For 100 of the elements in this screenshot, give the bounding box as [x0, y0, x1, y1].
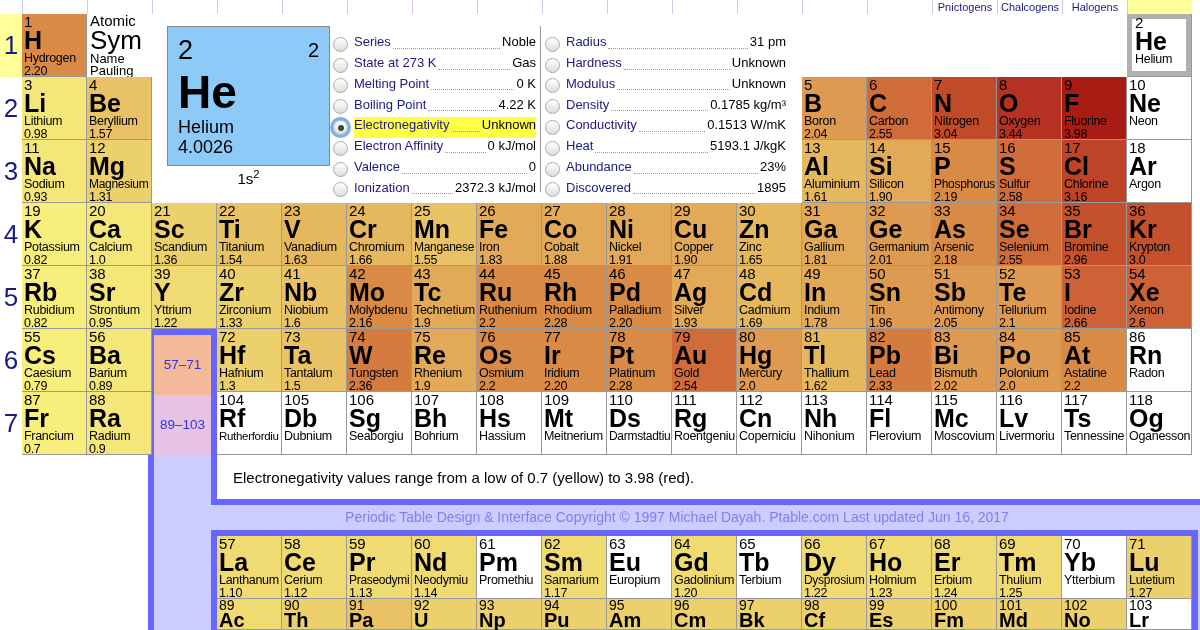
element-cell[interactable]: 114 Fl Flerovium: [867, 392, 932, 455]
property-label[interactable]: Hardness: [566, 53, 622, 73]
element-cell[interactable]: 65 Tb Terbium: [737, 536, 802, 599]
element-cell[interactable]: 96 Cm: [672, 599, 737, 630]
element-cell[interactable]: 35 Br Bromine 2.96: [1062, 203, 1127, 266]
element-cell[interactable]: 10 Ne Neon: [1127, 77, 1192, 140]
element-cell[interactable]: 110 Ds Darmstadtiu: [607, 392, 672, 455]
element-cell[interactable]: 54 Xe Xenon 2.6: [1127, 266, 1192, 329]
element-cell[interactable]: 95 Am: [607, 599, 672, 630]
period-label[interactable]: 6: [0, 329, 22, 392]
element-cell[interactable]: 113 Nh Nihonium: [802, 392, 867, 455]
property-label[interactable]: Modulus: [566, 73, 616, 94]
radio-button[interactable]: [333, 99, 348, 115]
element-cell[interactable]: 22 Ti Titanium 1.54: [217, 203, 282, 266]
element-cell[interactable]: 46 Pd Palladium 2.20: [607, 266, 672, 329]
element-cell[interactable]: 86 Rn Radon: [1127, 329, 1192, 392]
element-cell[interactable]: 21 Sc Scandium 1.36: [152, 203, 217, 266]
property-label[interactable]: Density: [566, 94, 610, 115]
element-cell[interactable]: 118 Og Oganesson: [1127, 392, 1192, 455]
element-cell[interactable]: 4 Be Beryllium 1.57: [87, 77, 152, 140]
property-label[interactable]: Heat: [566, 136, 594, 156]
element-cell[interactable]: 31 Ga Gallium 1.81: [802, 203, 867, 266]
element-cell[interactable]: 38 Sr Strontium 0.95: [87, 266, 152, 329]
element-cell[interactable]: 15 P Phosphorus 2.19: [932, 140, 997, 203]
property-label[interactable]: State at 273 K: [354, 53, 437, 73]
series-link[interactable]: 57–71: [154, 335, 211, 395]
element-cell[interactable]: 50 Sn Tin 1.96: [867, 266, 932, 329]
element-cell[interactable]: 30 Zn Zinc 1.65: [737, 203, 802, 266]
element-cell[interactable]: 104 Rf Rutherfordiu: [217, 392, 282, 455]
radio-button[interactable]: [545, 182, 560, 198]
element-cell[interactable]: 11 Na Sodium 0.93: [22, 140, 87, 203]
radio-button[interactable]: [333, 36, 348, 52]
element-cell[interactable]: 32 Ge Germanium 2.01: [867, 203, 932, 266]
element-cell[interactable]: 85 At Astatine 2.2: [1062, 329, 1127, 392]
property-label[interactable]: Electron Affinity: [354, 136, 444, 156]
property-label[interactable]: Valence: [354, 157, 400, 177]
property-label[interactable]: Melting Point: [354, 73, 430, 94]
element-cell[interactable]: 78 Pt Platinum 2.28: [607, 329, 672, 392]
element-cell[interactable]: 92 U: [412, 599, 477, 630]
element-cell[interactable]: 1 H Hydrogen 2.20: [22, 14, 87, 77]
element-cell[interactable]: 73 Ta Tantalum 1.5: [282, 329, 347, 392]
radio-button[interactable]: [333, 161, 348, 177]
radio-button[interactable]: [545, 57, 560, 73]
group-header[interactable]: Chalcogens: [997, 0, 1062, 14]
radio-button[interactable]: [333, 57, 348, 73]
element-cell[interactable]: 98 Cf: [802, 599, 867, 630]
property-label[interactable]: Electronegativity: [354, 115, 450, 135]
element-cell[interactable]: 12 Mg Magnesium 1.31: [87, 140, 152, 203]
element-cell[interactable]: 62 Sm Samarium 1.17: [542, 536, 607, 599]
element-cell[interactable]: 52 Te Tellurium 2.1: [997, 266, 1062, 329]
period-label[interactable]: 4: [0, 203, 22, 266]
property-label[interactable]: Ionization: [354, 177, 410, 198]
element-cell[interactable]: 79 Au Gold 2.54: [672, 329, 737, 392]
property-label[interactable]: Abundance: [566, 157, 632, 177]
group-header[interactable]: Pnictogens: [932, 0, 997, 14]
element-cell[interactable]: 36 Kr Krypton 3.0: [1127, 203, 1192, 266]
period-label[interactable]: 5: [0, 266, 22, 329]
element-cell[interactable]: 6 C Carbon 2.55: [867, 77, 932, 140]
element-cell[interactable]: 42 Mo Molybdenu 2.16: [347, 266, 412, 329]
element-cell[interactable]: 109 Mt Meitnerium: [542, 392, 607, 455]
element-cell[interactable]: 33 As Arsenic 2.18: [932, 203, 997, 266]
radio-button[interactable]: [333, 140, 348, 156]
element-cell[interactable]: 16 S Sulfur 2.58: [997, 140, 1062, 203]
element-cell[interactable]: 102 No: [1062, 599, 1127, 630]
element-cell[interactable]: 116 Lv Livermoriu: [997, 392, 1062, 455]
radio-button[interactable]: [545, 78, 560, 94]
period-label[interactable]: 2: [0, 77, 22, 140]
element-cell[interactable]: 13 Al Aluminium 1.61: [802, 140, 867, 203]
element-cell[interactable]: 105 Db Dubnium: [282, 392, 347, 455]
element-cell[interactable]: 111 Rg Roentgeniu: [672, 392, 737, 455]
radio-button[interactable]: [333, 182, 348, 198]
element-cell[interactable]: 26 Fe Iron 1.83: [477, 203, 542, 266]
radio-button[interactable]: [333, 78, 348, 94]
element-cell[interactable]: 87 Fr Francium 0.7: [22, 392, 87, 455]
series-link[interactable]: 89–103: [154, 395, 211, 455]
element-cell[interactable]: 64 Gd Gadolinium 1.20: [672, 536, 737, 599]
element-cell[interactable]: 59 Pr Praseodymi 1.13: [347, 536, 412, 599]
element-cell[interactable]: 72 Hf Hafnium 1.3: [217, 329, 282, 392]
element-cell[interactable]: 25 Mn Manganese 1.55: [412, 203, 477, 266]
element-cell[interactable]: 43 Tc Technetium 1.9: [412, 266, 477, 329]
element-cell[interactable]: 60 Nd Neodymiu 1.14: [412, 536, 477, 599]
element-cell[interactable]: 47 Ag Silver 1.93: [672, 266, 737, 329]
element-cell[interactable]: 75 Re Rhenium 1.9: [412, 329, 477, 392]
element-cell[interactable]: 19 K Potassium 0.82: [22, 203, 87, 266]
element-cell[interactable]: 61 Pm Promethiu: [477, 536, 542, 599]
property-label[interactable]: Boiling Point: [354, 94, 427, 115]
element-cell[interactable]: 77 Ir Iridium 2.20: [542, 329, 607, 392]
element-cell[interactable]: 55 Cs Caesium 0.79: [22, 329, 87, 392]
element-cell[interactable]: 58 Ce Cerium 1.12: [282, 536, 347, 599]
element-cell[interactable]: 103 Lr: [1127, 599, 1192, 630]
radio-button[interactable]: [545, 36, 560, 52]
element-cell[interactable]: 88 Ra Radium 0.9: [87, 392, 152, 455]
element-cell[interactable]: 89 Ac: [217, 599, 282, 630]
element-cell[interactable]: 71 Lu Lutetium 1.27: [1127, 536, 1192, 599]
element-cell[interactable]: 5 B Boron 2.04: [802, 77, 867, 140]
element-cell[interactable]: 37 Rb Rubidium 0.82: [22, 266, 87, 329]
element-cell[interactable]: 56 Ba Barium 0.89: [87, 329, 152, 392]
element-cell[interactable]: 57 La Lanthanum 1.10: [217, 536, 282, 599]
element-cell[interactable]: 63 Eu Europium: [607, 536, 672, 599]
element-cell[interactable]: 27 Co Cobalt 1.88: [542, 203, 607, 266]
